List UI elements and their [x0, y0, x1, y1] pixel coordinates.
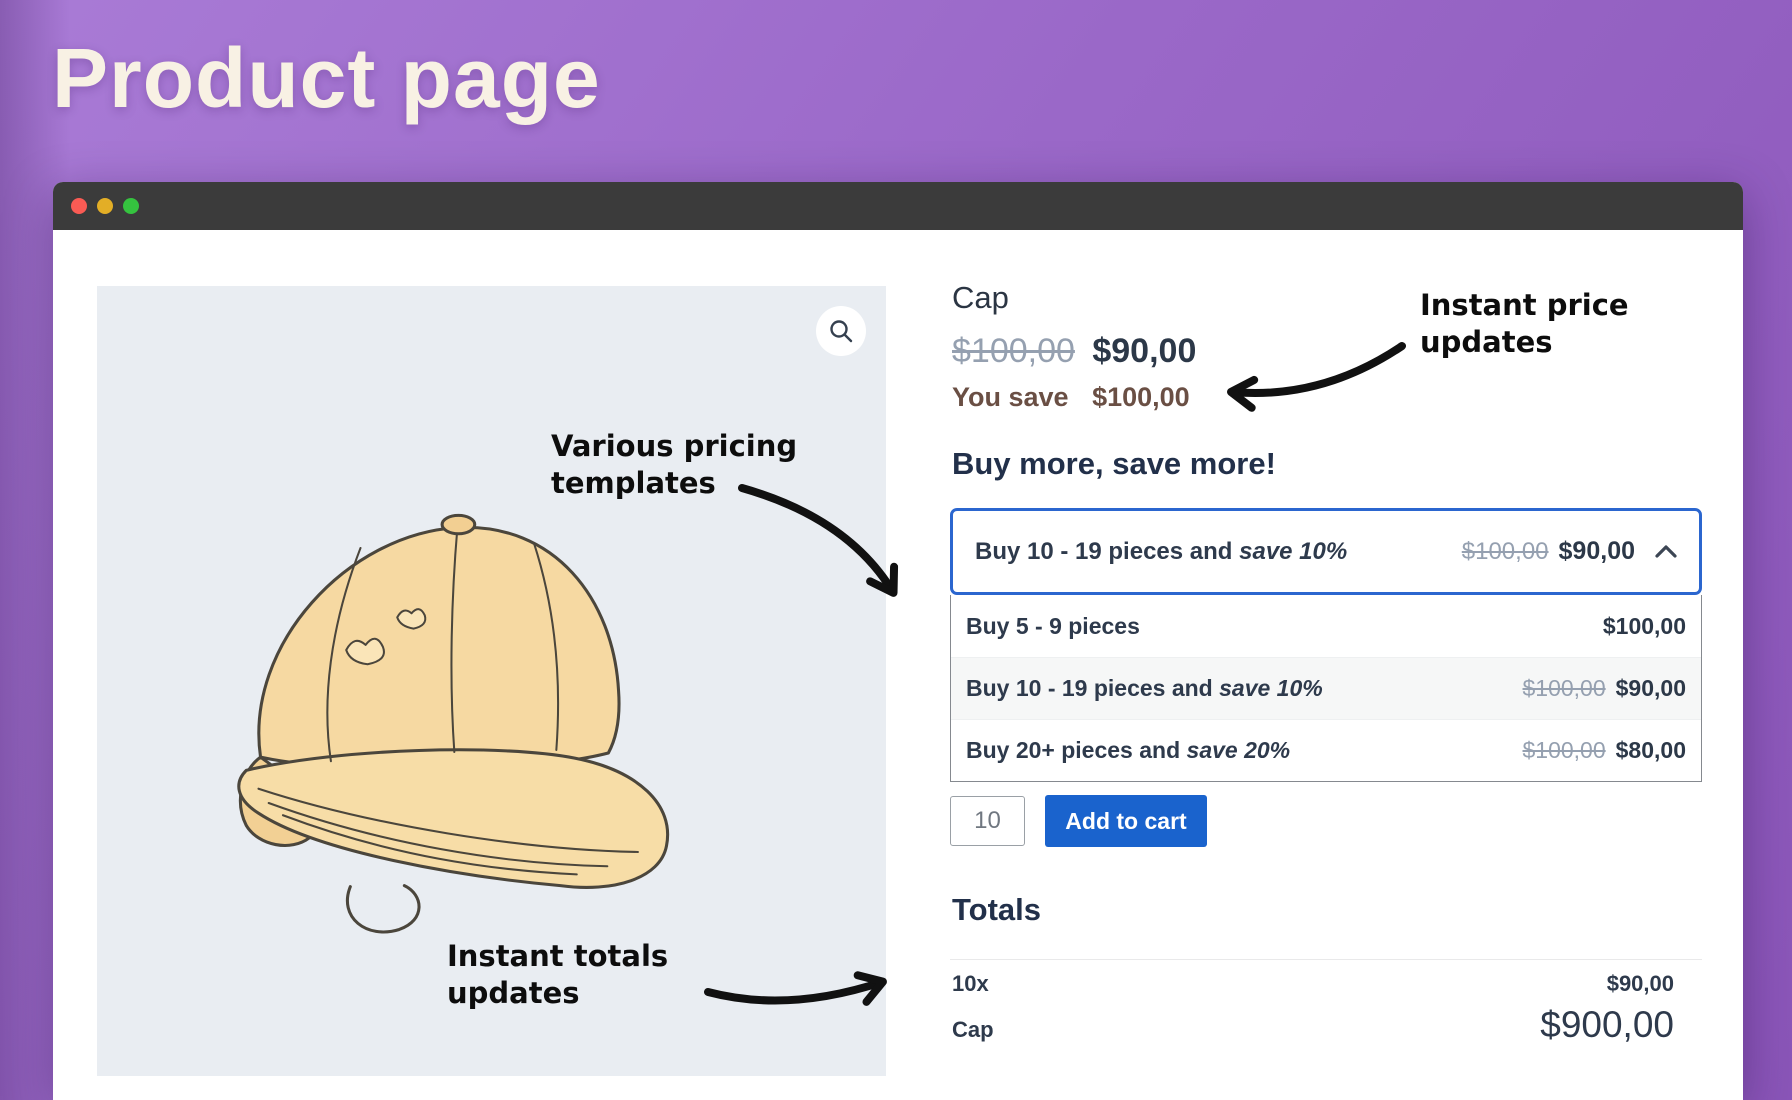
totals-row-value: $90,00	[1607, 971, 1674, 997]
option-price: $100,00	[1603, 613, 1686, 640]
page-title: Product page	[52, 30, 601, 127]
old-price: $100,00	[952, 332, 1075, 370]
pricing-dropdown[interactable]: Buy 10 - 19 pieces and save 10% $100,00 …	[950, 508, 1702, 595]
browser-titlebar	[53, 182, 1743, 230]
section-heading: Buy more, save more!	[952, 446, 1276, 482]
chevron-up-icon	[1655, 545, 1677, 558]
selected-price: $90,00	[1559, 537, 1635, 566]
quantity-input[interactable]	[950, 796, 1025, 846]
zoom-button[interactable]	[816, 306, 866, 356]
cap-illustration	[197, 446, 677, 956]
annotation-various-pricing: Various pricing templates	[551, 428, 816, 502]
you-save-label: You save	[952, 382, 1069, 412]
totals-grand-value: $900,00	[1540, 1004, 1674, 1046]
totals-row: 10x $90,00	[952, 971, 1674, 997]
selected-option-label: Buy 10 - 19 pieces and save 10%	[975, 538, 1347, 566]
magnifier-icon	[828, 318, 854, 344]
stage: { "page": { "title": "Product page" }, "…	[0, 0, 1792, 1100]
traffic-light-close[interactable]	[71, 198, 87, 214]
totals-heading: Totals	[952, 892, 1041, 928]
totals-row-label: 10x	[952, 971, 989, 997]
product-title: Cap	[952, 280, 1009, 316]
totals-divider	[950, 959, 1702, 960]
pricing-option-3[interactable]: Buy 20+ pieces and save 20% $100,00 $80,…	[951, 719, 1701, 781]
current-price: $90,00	[1092, 332, 1196, 370]
you-save-line: You save $100,00	[952, 382, 1190, 413]
totals-row-label: Cap	[952, 1017, 994, 1043]
option-label: Buy 10 - 19 pieces and save 10%	[966, 675, 1323, 702]
pricing-option-2[interactable]: Buy 10 - 19 pieces and save 10% $100,00 …	[951, 657, 1701, 719]
annotation-instant-totals: Instant totals updates	[447, 938, 682, 1012]
pricing-options-panel: Buy 5 - 9 pieces $100,00 Buy 10 - 19 pie…	[950, 595, 1702, 782]
option-old-price: $100,00	[1523, 675, 1606, 702]
annotation-instant-price: Instant price updates	[1420, 287, 1670, 361]
option-price: $80,00	[1616, 737, 1686, 764]
traffic-light-minimize[interactable]	[97, 198, 113, 214]
option-old-price: $100,00	[1523, 737, 1606, 764]
traffic-light-maximize[interactable]	[123, 198, 139, 214]
pricing-option-1[interactable]: Buy 5 - 9 pieces $100,00	[951, 595, 1701, 657]
price-line: $100,00 $90,00	[952, 332, 1196, 371]
option-label: Buy 20+ pieces and save 20%	[966, 737, 1290, 764]
option-label: Buy 5 - 9 pieces	[966, 613, 1140, 640]
totals-row: Cap $900,00	[952, 1004, 1674, 1046]
you-save-amount: $100,00	[1092, 382, 1190, 412]
selected-old-price: $100,00	[1462, 538, 1549, 566]
add-to-cart-button[interactable]: Add to cart	[1045, 795, 1207, 847]
option-price: $90,00	[1616, 675, 1686, 702]
